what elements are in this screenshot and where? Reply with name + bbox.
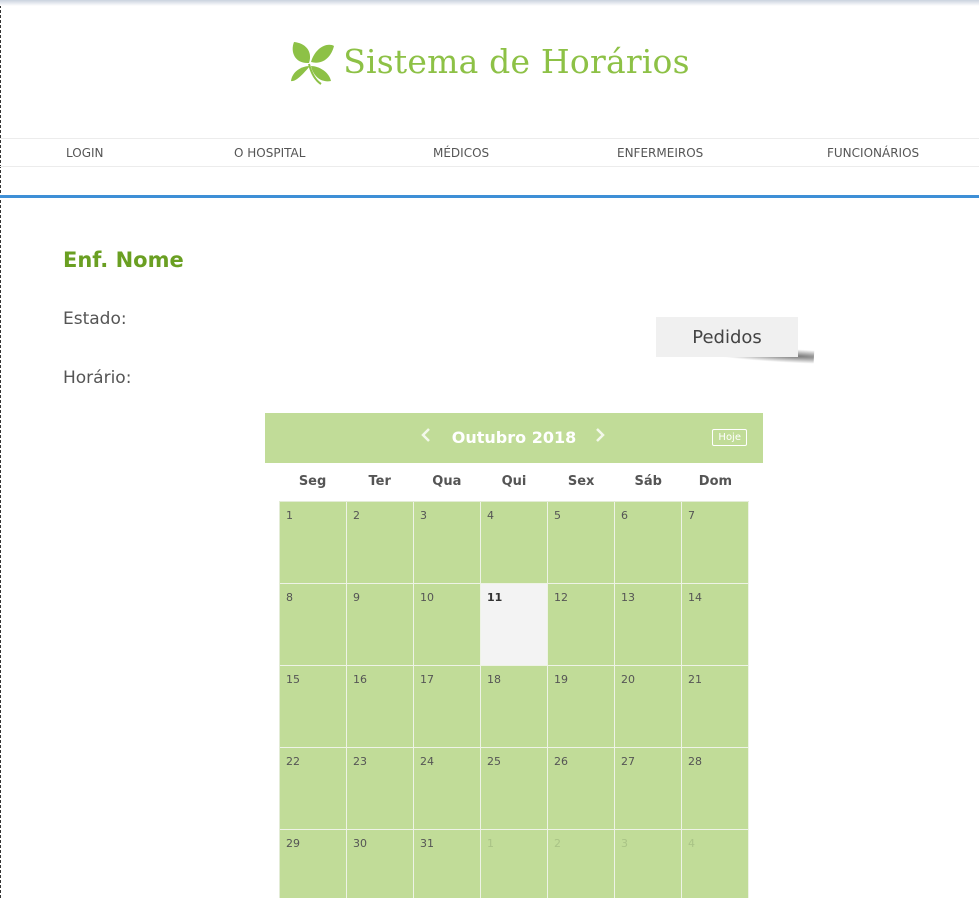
weekday-label: Seg	[298, 474, 327, 489]
weekday-label: Qui	[501, 474, 527, 489]
nav-funcionarios[interactable]: FUNCIONÁRIOS	[827, 146, 919, 160]
calendar-day[interactable]: 2	[347, 502, 414, 584]
calendar-day[interactable]: 1	[280, 502, 347, 584]
calendar-day[interactable]: 14	[682, 584, 749, 666]
calendar-day[interactable]: 20	[615, 666, 682, 748]
calendar-day[interactable]: 17	[414, 666, 481, 748]
calendar-day[interactable]: 15	[280, 666, 347, 748]
leaf-icon	[289, 36, 335, 86]
nav-hospital[interactable]: O HOSPITAL	[234, 146, 305, 160]
estado-label: Estado:	[63, 309, 127, 329]
site-title: Sistema de Horários	[343, 41, 690, 81]
calendar-day[interactable]: 19	[548, 666, 615, 748]
nav-enfermeiros[interactable]: ENFERMEIROS	[617, 146, 703, 160]
page-title: Enf. Nome	[63, 248, 184, 272]
calendar-day[interactable]: 30	[347, 830, 414, 898]
calendar-day[interactable]: 9	[347, 584, 414, 666]
weekday-label: Sex	[567, 474, 595, 489]
calendar-title: Outubro 2018	[451, 428, 577, 447]
weekday-label: Qua	[432, 474, 462, 489]
calendar-day[interactable]: 1	[481, 830, 548, 898]
calendar-day[interactable]: 10	[414, 584, 481, 666]
weekday-label: Dom	[698, 474, 733, 489]
chevron-right-icon[interactable]	[595, 427, 605, 448]
top-shade	[0, 0, 979, 6]
calendar-day[interactable]: 3	[615, 830, 682, 898]
weekday-row: Seg Ter Qua Qui Sex Sáb Dom	[279, 463, 749, 501]
calendar-day[interactable]: 21	[682, 666, 749, 748]
calendar-day[interactable]: 24	[414, 748, 481, 830]
site-header: Sistema de Horários	[0, 36, 979, 90]
calendar-day[interactable]: 22	[280, 748, 347, 830]
calendar-day[interactable]: 13	[615, 584, 682, 666]
page-border	[0, 0, 1, 898]
calendar-header: Outubro 2018 Hoje	[265, 413, 763, 463]
brand-link[interactable]: Sistema de Horários	[289, 36, 690, 86]
calendar-day[interactable]: 3	[414, 502, 481, 584]
header-divider	[0, 195, 979, 198]
weekday-label: Ter	[368, 474, 391, 489]
calendar-day[interactable]: 28	[682, 748, 749, 830]
calendar: Outubro 2018 Hoje Seg Ter Qua Qui Sex Sá…	[265, 413, 763, 898]
calendar-day-today[interactable]: 11	[481, 584, 548, 666]
pedidos-button[interactable]: Pedidos	[656, 317, 798, 357]
horario-label: Horário:	[63, 368, 132, 388]
calendar-day[interactable]: 31	[414, 830, 481, 898]
pedidos-button-wrapper: Pedidos	[656, 317, 815, 365]
calendar-day[interactable]: 8	[280, 584, 347, 666]
calendar-day[interactable]: 4	[481, 502, 548, 584]
calendar-day[interactable]: 18	[481, 666, 548, 748]
nav-login[interactable]: LOGIN	[66, 146, 104, 160]
calendar-day[interactable]: 16	[347, 666, 414, 748]
calendar-day[interactable]: 6	[615, 502, 682, 584]
calendar-day[interactable]: 25	[481, 748, 548, 830]
calendar-grid: 1 2 3 4 5 6 7 8 9 10 11 12 13 14 15 16 17 18 19 20 21 22 23 24 2…	[279, 501, 749, 898]
calendar-day[interactable]: 23	[347, 748, 414, 830]
today-button[interactable]: Hoje	[712, 429, 747, 446]
main-nav: LOGIN O HOSPITAL MÉDICOS ENFERMEIROS FUN…	[0, 138, 979, 167]
calendar-day[interactable]: 27	[615, 748, 682, 830]
calendar-day[interactable]: 2	[548, 830, 615, 898]
calendar-day[interactable]: 5	[548, 502, 615, 584]
nav-medicos[interactable]: MÉDICOS	[433, 146, 489, 160]
calendar-day[interactable]: 26	[548, 748, 615, 830]
weekday-label: Sáb	[634, 474, 662, 489]
calendar-day[interactable]: 7	[682, 502, 749, 584]
calendar-day[interactable]: 4	[682, 830, 749, 898]
calendar-body: Seg Ter Qua Qui Sex Sáb Dom 1 2 3 4 5 6 7 8 9 10 1…	[279, 463, 749, 898]
calendar-day[interactable]: 29	[280, 830, 347, 898]
calendar-day[interactable]: 12	[548, 584, 615, 666]
